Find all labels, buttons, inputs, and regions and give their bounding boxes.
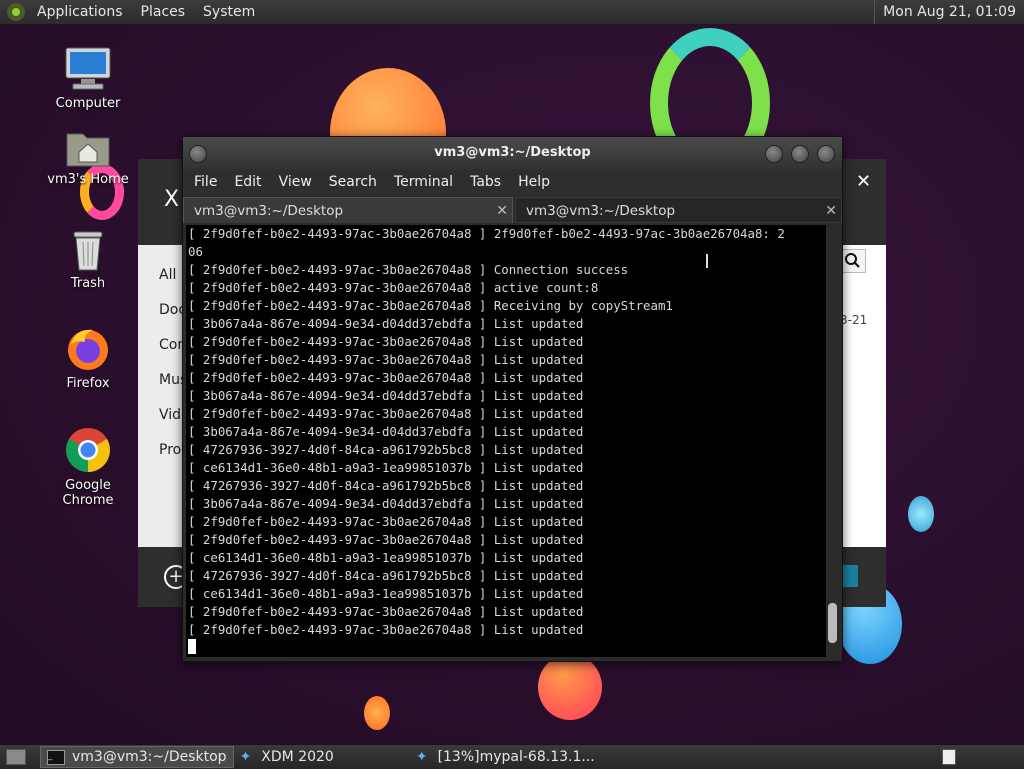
xdm-title-letter: X xyxy=(164,187,180,212)
terminal-line: [ 2f9d0fef-b0e2-4493-97ac-3b0ae26704a8 ]… xyxy=(188,352,584,367)
menu-edit[interactable]: Edit xyxy=(234,174,261,190)
tab-label: vm3@vm3:~/Desktop xyxy=(194,203,344,219)
terminal-line: 06 xyxy=(188,244,203,259)
terminal-line: [ 2f9d0fef-b0e2-4493-97ac-3b0ae26704a8 ]… xyxy=(188,370,584,385)
terminal-line: [ 47267936-3927-4d0f-84ca-a961792b5bc8 ]… xyxy=(188,442,584,457)
terminal-line: [ 2f9d0fef-b0e2-4493-97ac-3b0ae26704a8 ]… xyxy=(188,334,584,349)
xdm-search-icon[interactable] xyxy=(840,249,866,273)
desktop-icon-label: Computer xyxy=(55,96,121,111)
terminal-line: [ 2f9d0fef-b0e2-4493-97ac-3b0ae26704a8 ]… xyxy=(188,298,673,313)
terminal-tab-bar: vm3@vm3:~/Desktop ✕ vm3@vm3:~/Desktop ✕ xyxy=(183,197,842,225)
xdm-date-fragment: 3-21 xyxy=(840,313,868,327)
top-panel: Applications Places System Mon Aug 21, 0… xyxy=(0,0,1024,25)
terminal-line: [ 3b067a4a-867e-4094-9e34-d04dd37ebdfa ]… xyxy=(188,424,584,439)
xdm-action-button[interactable] xyxy=(842,565,858,587)
tab-terminal-1[interactable]: vm3@vm3:~/Desktop ✕ xyxy=(183,197,513,223)
terminal-line: [ ce6134d1-36e0-48b1-a9a3-1ea99851037b ]… xyxy=(188,550,584,565)
xdm-sidebar-item-programs[interactable]: Pro xyxy=(159,442,181,458)
menu-terminal[interactable]: Terminal xyxy=(394,174,453,190)
minimize-icon[interactable] xyxy=(765,145,783,163)
home-folder-icon xyxy=(65,128,111,168)
desktop-icon-label: vm3's Home xyxy=(47,172,129,187)
show-desktop-icon[interactable] xyxy=(6,749,26,765)
terminal-line: [ 2f9d0fef-b0e2-4493-97ac-3b0ae26704a8 ]… xyxy=(188,262,629,277)
trash-icon xyxy=(68,228,108,272)
tab-label: vm3@vm3:~/Desktop xyxy=(526,203,676,219)
menu-system[interactable]: System xyxy=(199,4,259,20)
desktop-icon-home[interactable]: vm3's Home xyxy=(38,128,138,187)
computer-icon xyxy=(63,46,113,92)
terminal-line: [ ce6134d1-36e0-48b1-a9a3-1ea99851037b ]… xyxy=(188,460,584,475)
terminal-line: [ 2f9d0fef-b0e2-4493-97ac-3b0ae26704a8 ]… xyxy=(188,514,584,529)
menu-view[interactable]: View xyxy=(279,174,312,190)
menu-help[interactable]: Help xyxy=(518,174,550,190)
terminal-line: [ 3b067a4a-867e-4094-9e34-d04dd37ebdfa ]… xyxy=(188,316,584,331)
scrollbar-thumb[interactable] xyxy=(828,603,837,643)
terminal-title-bar[interactable]: vm3@vm3:~/Desktop xyxy=(183,137,842,169)
xdm-sidebar-item-all[interactable]: All xyxy=(159,267,176,283)
tab-close-icon[interactable]: ✕ xyxy=(825,198,837,224)
desktop-icon-trash[interactable]: Trash xyxy=(38,228,138,291)
download-icon: ✦ xyxy=(415,749,428,765)
workspace-switcher-icon[interactable] xyxy=(942,749,956,765)
menu-tabs[interactable]: Tabs xyxy=(470,174,501,190)
window-menu-icon[interactable] xyxy=(189,145,207,163)
terminal-prompt-line xyxy=(188,639,826,657)
xdm-sidebar xyxy=(138,245,186,547)
panel-clock[interactable]: Mon Aug 21, 01:09 xyxy=(874,0,1024,24)
menu-applications[interactable]: Applications xyxy=(33,4,127,20)
terminal-line: [ 3b067a4a-867e-4094-9e34-d04dd37ebdfa ]… xyxy=(188,388,584,403)
firefox-icon xyxy=(65,326,111,372)
teal-blob-right xyxy=(908,496,934,532)
terminal-menubar: File Edit View Search Terminal Tabs Help xyxy=(183,169,842,195)
menu-file[interactable]: File xyxy=(194,174,217,190)
terminal-line: [ 3b067a4a-867e-4094-9e34-d04dd37ebdfa ]… xyxy=(188,496,584,511)
maximize-icon[interactable] xyxy=(791,145,809,163)
terminal-line: [ 2f9d0fef-b0e2-4493-97ac-3b0ae26704a8 ]… xyxy=(188,604,584,619)
terminal-title: vm3@vm3:~/Desktop xyxy=(434,145,591,160)
xdm-close-button[interactable]: ✕ xyxy=(856,171,871,192)
desktop-icon-firefox[interactable]: Firefox xyxy=(38,326,138,391)
close-icon[interactable] xyxy=(817,145,835,163)
terminal-icon: _ xyxy=(47,749,65,765)
desktop-icon-label: Firefox xyxy=(66,376,110,391)
desktop-icon-label: Trash xyxy=(70,276,106,291)
terminal-scrollbar[interactable] xyxy=(826,225,839,657)
xdm-sidebar-item-video[interactable]: Vid xyxy=(159,407,181,423)
taskbar-item-xdm[interactable]: ✦ XDM 2020 xyxy=(234,746,340,768)
terminal-window[interactable]: vm3@vm3:~/Desktop File Edit View Search … xyxy=(182,136,843,662)
desktop-icon-chrome[interactable]: Google Chrome xyxy=(38,426,138,508)
menu-places[interactable]: Places xyxy=(137,4,190,20)
tab-terminal-2[interactable]: vm3@vm3:~/Desktop ✕ xyxy=(515,197,842,223)
terminal-line: [ 2f9d0fef-b0e2-4493-97ac-3b0ae26704a8 ]… xyxy=(188,532,584,547)
menu-search[interactable]: Search xyxy=(329,174,377,190)
terminal-lines: [ 2f9d0fef-b0e2-4493-97ac-3b0ae26704a8 ]… xyxy=(188,225,826,639)
taskbar-label: vm3@vm3:~/Desktop xyxy=(72,749,227,765)
text-cursor xyxy=(188,639,196,654)
taskbar-item-terminal[interactable]: _ vm3@vm3:~/Desktop xyxy=(40,746,234,768)
terminal-line: [ 2f9d0fef-b0e2-4493-97ac-3b0ae26704a8 ]… xyxy=(188,622,584,637)
orange-blob-bottom xyxy=(538,654,602,720)
desktop-icon-computer[interactable]: Computer xyxy=(38,46,138,111)
terminal-line: [ 2f9d0fef-b0e2-4493-97ac-3b0ae26704a8 ]… xyxy=(188,226,785,241)
terminal-line: [ 2f9d0fef-b0e2-4493-97ac-3b0ae26704a8 ]… xyxy=(188,280,599,295)
taskbar-item-download[interactable]: ✦ [13%]mypal-68.13.1... xyxy=(410,746,601,768)
small-orange-blob xyxy=(364,696,390,730)
chrome-icon xyxy=(64,426,112,474)
terminal-line: [ ce6134d1-36e0-48b1-a9a3-1ea99851037b ]… xyxy=(188,586,584,601)
mouse-ibeam-cursor xyxy=(706,254,712,268)
xdm-icon: ✦ xyxy=(239,749,252,765)
distro-logo-icon[interactable] xyxy=(7,3,25,21)
taskbar-label: [13%]mypal-68.13.1... xyxy=(437,749,595,765)
terminal-output[interactable]: [ 2f9d0fef-b0e2-4493-97ac-3b0ae26704a8 ]… xyxy=(186,225,826,657)
terminal-line: [ 47267936-3927-4d0f-84ca-a961792b5bc8 ]… xyxy=(188,478,584,493)
taskbar-label: XDM 2020 xyxy=(261,749,334,765)
tab-close-icon[interactable]: ✕ xyxy=(496,198,508,224)
terminal-line: [ 47267936-3927-4d0f-84ca-a961792b5bc8 ]… xyxy=(188,568,584,583)
terminal-line: [ 2f9d0fef-b0e2-4493-97ac-3b0ae26704a8 ]… xyxy=(188,406,584,421)
desktop-icon-label: Google Chrome xyxy=(62,478,114,508)
bottom-taskbar: _ vm3@vm3:~/Desktop ✦ XDM 2020 ✦ [13%]my… xyxy=(0,744,1024,769)
